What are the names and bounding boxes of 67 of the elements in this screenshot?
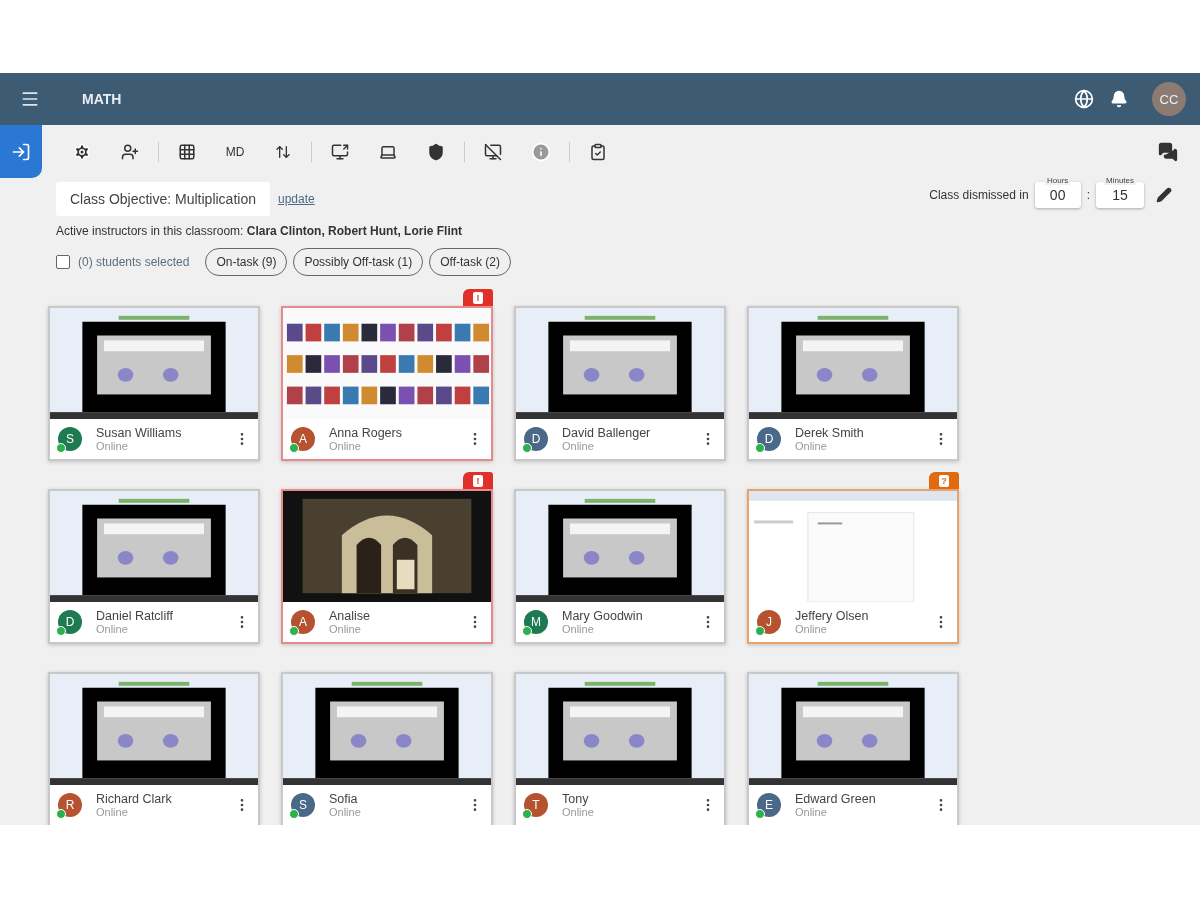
student-avatar: T (524, 793, 548, 817)
student-name: Daniel Ratcliff (96, 609, 174, 623)
alert-badge: ! (463, 289, 493, 306)
student-card[interactable]: T Tony Online (514, 672, 726, 825)
student-avatar: S (58, 427, 82, 451)
instructors-text: Active instructors in this classroom: Clara Clinton, Robert Hunt, Lorie Flint (56, 224, 464, 238)
student-avatar: A (291, 610, 315, 634)
student-card[interactable]: D Daniel Ratcliff Online (48, 489, 260, 644)
menu-icon[interactable] (20, 89, 40, 109)
exit-tab[interactable] (0, 125, 42, 178)
student-name: Susan Williams (96, 426, 183, 440)
student-avatar: M (524, 610, 548, 634)
globe-icon[interactable] (1074, 89, 1094, 109)
student-status: Online (96, 440, 129, 452)
student-avatar: D (524, 427, 548, 451)
student-avatar: J (757, 610, 781, 634)
student-status: Online (96, 806, 129, 818)
student-name: Tony (562, 792, 590, 806)
student-card[interactable]: D David Ballenger Online (514, 306, 726, 461)
student-status: Online (329, 806, 362, 818)
login-icon[interactable] (11, 141, 31, 162)
student-name: David Ballenger (562, 426, 652, 440)
student-status: Online (562, 440, 595, 452)
student-name: Mary Goodwin (562, 609, 644, 623)
student-name: Derek Smith (795, 426, 865, 440)
dismiss-label: Class dismissed in (929, 188, 1029, 202)
alert-badge: ? (929, 472, 959, 489)
student-card[interactable]: A Analise Online (281, 489, 493, 644)
student-name: Analise (329, 609, 371, 623)
student-status: Online (795, 623, 828, 635)
student-avatar: D (757, 427, 781, 451)
student-card[interactable]: R Richard Clark Online (48, 672, 260, 825)
student-card[interactable]: S Sofia Online (281, 672, 493, 825)
student-avatar: E (757, 793, 781, 817)
student-card[interactable]: A Anna Rogers Online (281, 306, 493, 461)
student-name: Jeffery Olsen (795, 609, 870, 623)
student-status: Online (96, 623, 129, 635)
student-card[interactable]: S Susan Williams Online (48, 306, 260, 461)
student-name: Anna Rogers (329, 426, 403, 440)
student-avatar: D (58, 610, 82, 634)
student-avatar: A (291, 427, 315, 451)
student-status: Online (562, 806, 595, 818)
student-status: Online (795, 806, 828, 818)
class-objective: Class Objective: Multiplication (56, 182, 270, 216)
select-checkbox[interactable] (56, 255, 70, 269)
student-name: Richard Clark (96, 792, 173, 806)
student-name: Sofia (329, 792, 359, 806)
student-status: Online (795, 440, 828, 452)
edit-icon[interactable] (1156, 187, 1172, 203)
student-card[interactable]: E Edward Green Online (747, 672, 959, 825)
student-avatar: S (291, 793, 315, 817)
student-card[interactable]: D Derek Smith Online (747, 306, 959, 461)
alert-badge: ! (463, 472, 493, 489)
student-status: Online (329, 440, 362, 452)
time-separator: : (1086, 188, 1090, 202)
update-link[interactable]: update (277, 192, 315, 206)
selected-count: (0) students selected (78, 255, 190, 269)
user-avatar[interactable]: CC (1152, 82, 1186, 116)
class-title: MATH (82, 91, 123, 107)
student-status: Online (329, 623, 362, 635)
student-status: Online (562, 623, 595, 635)
student-avatar: R (58, 793, 82, 817)
student-card[interactable]: M Mary Goodwin Online (514, 489, 726, 644)
student-card[interactable]: J Jeffery Olsen Online (747, 489, 959, 644)
bell-icon[interactable] (1110, 90, 1128, 108)
size-button[interactable]: MD (211, 133, 259, 170)
student-name: Edward Green (795, 792, 877, 806)
